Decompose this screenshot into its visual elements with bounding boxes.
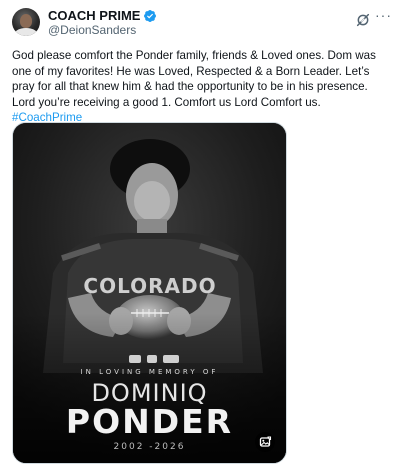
tweet-body: God please comfort the Ponder family, fr… xyxy=(12,49,376,109)
jersey-text: COLORADO xyxy=(83,274,216,298)
avatar-face xyxy=(20,14,32,28)
tweet-text: God please comfort the Ponder family, fr… xyxy=(12,48,392,126)
grok-icon[interactable] xyxy=(355,12,371,28)
verified-badge-icon xyxy=(144,9,157,22)
memorial-caption: IN LOVING MEMORY OF xyxy=(80,368,219,376)
author-name-row: COACH PRIME xyxy=(48,8,157,23)
more-options-button[interactable]: ··· xyxy=(375,8,393,26)
nike-logo xyxy=(129,355,141,363)
tweet-media[interactable]: COLORADO IN LOVING MEMORY OF DOMINIQ PON… xyxy=(12,122,287,464)
image-alt-icon xyxy=(259,436,272,447)
team-logo xyxy=(163,355,179,363)
life-years: 2002 -2026 xyxy=(113,442,186,452)
author-avatar[interactable] xyxy=(12,8,40,36)
author-info: COACH PRIME @DeionSanders xyxy=(48,8,157,38)
image-alt-button[interactable] xyxy=(255,432,275,452)
author-display-name[interactable]: COACH PRIME xyxy=(48,8,140,23)
avatar-shoulders xyxy=(14,28,38,36)
buffs-logo xyxy=(147,355,157,363)
last-name: PONDER xyxy=(65,402,234,441)
author-handle[interactable]: @DeionSanders xyxy=(48,23,157,38)
brand-logos xyxy=(124,354,184,364)
